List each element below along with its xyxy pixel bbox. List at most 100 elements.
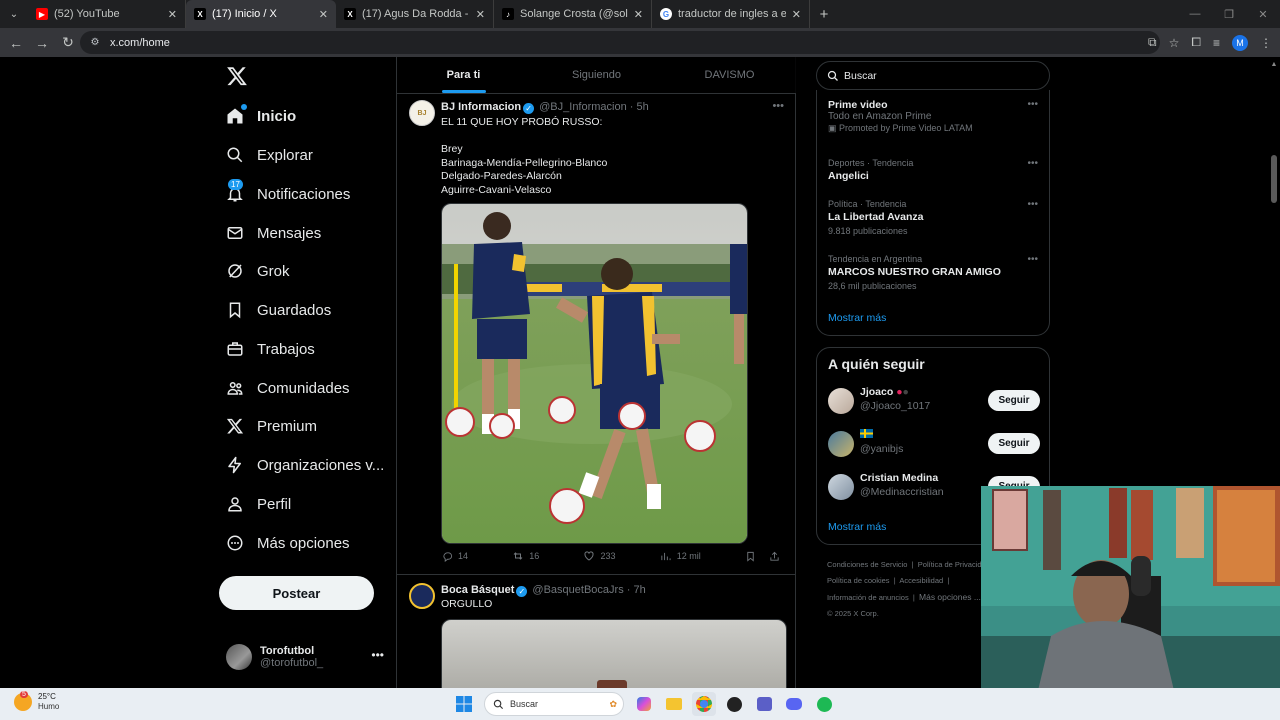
more-icon[interactable]: ••• (371, 648, 384, 662)
file-explorer-icon[interactable] (662, 692, 686, 716)
post-button[interactable]: Postear (219, 576, 374, 610)
trend-item[interactable]: Política · Tendencia La Libertad Avanza … (828, 199, 1038, 236)
share-icon[interactable] (769, 550, 781, 562)
nav-messages[interactable]: Mensajes (226, 218, 321, 248)
close-icon[interactable]: ✕ (634, 8, 643, 21)
forward-icon[interactable]: → (30, 31, 54, 55)
search-input[interactable]: Buscar (816, 61, 1050, 90)
trend-item[interactable]: Deportes · Tendencia Angelici ••• (828, 158, 1038, 182)
avatar[interactable] (828, 431, 854, 457)
nav-organizations[interactable]: Organizaciones v... (226, 450, 384, 480)
avatar[interactable] (409, 583, 435, 609)
close-icon[interactable]: ✕ (476, 8, 485, 21)
scroll-up-arrow-icon[interactable]: ▲ (1270, 61, 1278, 69)
follow-button[interactable]: Seguir (988, 390, 1040, 411)
x-logo-icon[interactable] (226, 65, 248, 87)
weather-widget[interactable]: 5 25°C Humo (14, 691, 59, 712)
tweet-time[interactable]: 5h (637, 101, 649, 113)
address-bar[interactable]: ⚙ x.com/home (80, 31, 1160, 54)
more-icon[interactable]: ••• (1027, 254, 1038, 265)
chrome-icon[interactable] (692, 692, 716, 716)
extensions-icon[interactable]: ⧠ (1191, 35, 1201, 50)
nav-explore[interactable]: Explorar (226, 140, 313, 170)
restore-icon[interactable]: ❐ (1212, 0, 1246, 28)
tab-youtube[interactable]: ▶ (52) YouTube ✕ (28, 0, 186, 28)
tab-tiktok[interactable]: ♪ Solange Crosta (@solangecrost ✕ (494, 0, 652, 28)
repost-button[interactable]: 16 (512, 550, 539, 562)
footer-link[interactable]: Política de Privacidad (918, 560, 990, 569)
bookmark-icon[interactable] (745, 550, 757, 562)
follow-suggestion[interactable]: Jjoaco ●● @Jjoaco_1017 Seguir (828, 386, 1040, 416)
like-button[interactable]: 233 (583, 550, 616, 562)
copilot-icon[interactable] (632, 692, 656, 716)
tab-following[interactable]: Siguiendo (530, 57, 663, 93)
author-name[interactable]: Boca Básquet (441, 584, 514, 596)
tweet-photo[interactable] (441, 619, 787, 688)
tweet-photo[interactable] (441, 203, 748, 544)
tweet-time[interactable]: 7h (633, 584, 645, 596)
back-icon[interactable]: ← (4, 31, 28, 55)
tweet[interactable]: Boca Básquet ✓ @BasquetBocaJrs · 7h ORGUL… (397, 575, 796, 688)
tab-search-button[interactable]: ⌄ (0, 0, 28, 28)
account-switcher[interactable]: Torofutbol @torofutbol_ ••• (226, 642, 386, 672)
trend-item[interactable]: Tendencia en Argentina MARCOS NUESTRO GR… (828, 254, 1038, 291)
footer-link[interactable]: Accesibilidad (899, 576, 943, 585)
profile-avatar[interactable]: M (1232, 34, 1248, 51)
more-icon[interactable]: ••• (1027, 199, 1038, 210)
close-icon[interactable]: ✕ (792, 8, 801, 21)
tab-for-you[interactable]: Para ti (397, 57, 530, 93)
tab-davismo[interactable]: DAVISMO (663, 57, 796, 93)
follow-suggestion[interactable]: @yanibjs Seguir (828, 429, 1040, 459)
bookmark-star-icon[interactable]: ☆ (1169, 36, 1180, 50)
windows-start-icon[interactable] (452, 692, 476, 716)
trends-show-more-link[interactable]: Mostrar más (828, 312, 886, 324)
follow-show-more-link[interactable]: Mostrar más (828, 521, 886, 533)
more-icon[interactable]: ••• (1027, 158, 1038, 169)
reading-list-icon[interactable]: ≡ (1213, 36, 1220, 50)
tab-x-home[interactable]: X (17) Inicio / X ✕ (186, 0, 336, 28)
views-button[interactable]: 12 mil (660, 550, 701, 562)
close-icon[interactable]: ✕ (168, 8, 177, 21)
browser-menu-icon[interactable]: ⋮ (1260, 36, 1272, 50)
footer-more-options[interactable]: Más opciones ... (919, 592, 981, 602)
author-handle[interactable]: @BasquetBocaJrs (532, 584, 623, 596)
scroll-thumb[interactable] (1271, 155, 1277, 203)
tab-google[interactable]: G traductor de ingles a español - ✕ (652, 0, 810, 28)
avatar[interactable] (828, 388, 854, 414)
taskbar-search[interactable]: Buscar ✿ (484, 692, 624, 716)
more-icon[interactable]: ••• (1027, 99, 1038, 110)
footer-link[interactable]: Política de cookies (827, 576, 890, 585)
discord-icon[interactable] (782, 692, 806, 716)
spotify-icon[interactable] (812, 692, 836, 716)
site-info-icon[interactable]: ⚙ (88, 36, 102, 50)
footer-link[interactable]: Condiciones de Servicio (827, 560, 907, 569)
footer-link[interactable]: Información de anuncios (827, 593, 909, 602)
avatar[interactable]: BJ (409, 100, 435, 126)
teams-icon[interactable] (752, 692, 776, 716)
nav-profile[interactable]: Perfil (226, 489, 291, 519)
new-tab-button[interactable]: + (810, 0, 838, 28)
more-icon[interactable]: ••• (772, 100, 784, 112)
reply-button[interactable]: 14 (441, 550, 468, 562)
close-window-icon[interactable]: ✕ (1246, 0, 1280, 28)
nav-notifications[interactable]: 17 Notificaciones (226, 179, 350, 209)
trend-item[interactable]: Prime video Todo en Amazon Prime ▣ Promo… (828, 99, 1038, 134)
install-app-icon[interactable]: ⧉ (1148, 35, 1157, 50)
nav-jobs[interactable]: Trabajos (226, 334, 315, 364)
nav-bookmarks[interactable]: Guardados (226, 295, 331, 325)
author-name[interactable]: BJ Informacion (441, 101, 521, 113)
tweet[interactable]: BJ BJ Informacion ✓ @BJ_Informacion · 5h … (397, 94, 796, 574)
nav-more[interactable]: Más opciones (226, 528, 350, 558)
nav-home[interactable]: Inicio (226, 101, 296, 131)
reload-icon[interactable]: ↻ (56, 31, 80, 55)
close-icon[interactable]: ✕ (319, 8, 328, 21)
nav-communities[interactable]: Comunidades (226, 373, 350, 403)
tab-agus[interactable]: X (17) Agus Da Rodda - F1 en X: " ✕ (336, 0, 494, 28)
follow-button[interactable]: Seguir (988, 433, 1040, 454)
author-handle[interactable]: @BJ_Informacion (539, 101, 627, 113)
minimize-icon[interactable]: — (1178, 0, 1212, 28)
obs-icon[interactable] (722, 692, 746, 716)
nav-grok[interactable]: Grok (226, 256, 290, 286)
nav-premium[interactable]: Premium (226, 411, 317, 441)
avatar[interactable] (828, 474, 854, 500)
